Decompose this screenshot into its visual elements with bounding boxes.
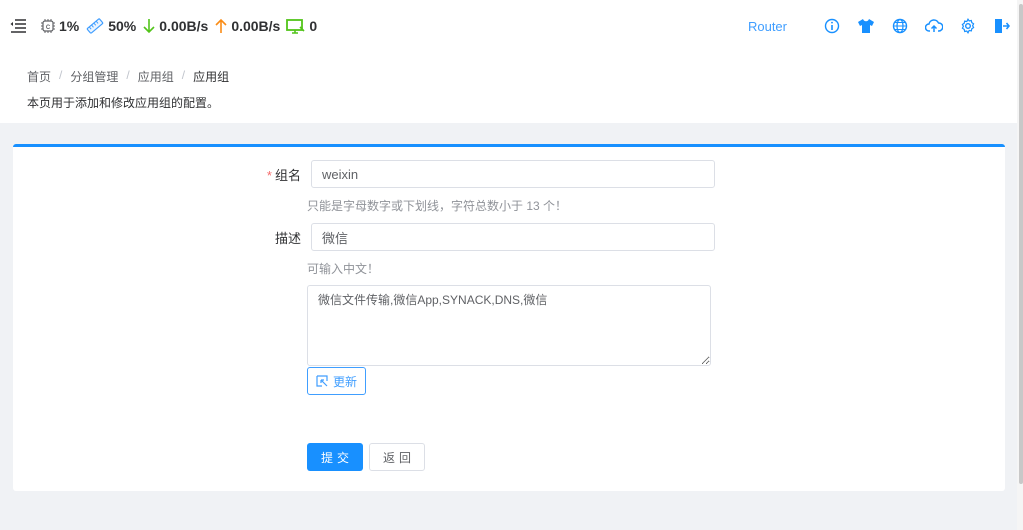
logout-icon[interactable]	[993, 17, 1011, 35]
memory-stat: 50%	[85, 17, 136, 35]
breadcrumb: 首页 / 分组管理 / 应用组 / 应用组	[27, 68, 1023, 85]
group-name-hint: 只能是字母数字或下划线，字符总数小于 13 个！	[307, 199, 568, 213]
update-button-label: 更新	[332, 374, 357, 389]
back-button[interactable]: 返回	[369, 443, 425, 471]
scrollbar-thumb[interactable]	[1019, 4, 1023, 484]
form-card: *组名 只能是字母数字或下划线，字符总数小于 13 个！ 描述 可输入中文！ 更…	[13, 144, 1005, 491]
breadcrumb-separator: /	[181, 68, 186, 82]
apps-textarea[interactable]	[307, 285, 711, 366]
menu-toggle-icon[interactable]	[10, 19, 26, 33]
topbar-right: Router	[748, 0, 1011, 52]
devices-stat: 0	[286, 18, 317, 34]
group-name-row: * 组名	[13, 160, 715, 188]
cpu-stat: C 1%	[40, 18, 79, 34]
cloud-upload-icon[interactable]	[925, 17, 943, 35]
edit-select-icon	[316, 375, 328, 387]
info-icon[interactable]	[823, 17, 841, 35]
memory-value: 50%	[108, 18, 137, 34]
breadcrumb-app-group[interactable]: 应用组	[138, 68, 174, 85]
download-stat: 0.00B/s	[142, 18, 208, 34]
settings-icon[interactable]	[959, 17, 977, 35]
download-arrow-icon	[142, 18, 156, 34]
upload-speed: 0.00B/s	[231, 18, 281, 34]
download-speed: 0.00B/s	[159, 18, 209, 34]
submit-button[interactable]: 提交	[307, 443, 363, 471]
breadcrumb-home[interactable]: 首页	[27, 68, 51, 85]
group-name-input[interactable]	[311, 160, 715, 188]
breadcrumb-group-management[interactable]: 分组管理	[70, 68, 118, 85]
svg-text:C: C	[46, 25, 51, 31]
cpu-value: 1%	[59, 18, 80, 34]
router-link[interactable]: Router	[748, 19, 787, 34]
page-header: 首页 / 分组管理 / 应用组 / 应用组 本页用于添加和修改应用组的配置。	[0, 52, 1023, 123]
page-description: 本页用于添加和修改应用组的配置。	[27, 96, 220, 110]
breadcrumb-separator: /	[59, 68, 63, 82]
memory-icon	[85, 17, 105, 35]
breadcrumb-current: 应用组	[193, 70, 230, 84]
required-mark: *	[266, 167, 272, 183]
monitor-icon	[286, 18, 306, 34]
globe-icon[interactable]	[891, 17, 909, 35]
page-scrollbar[interactable]	[1017, 0, 1023, 530]
upload-arrow-icon	[214, 18, 228, 34]
upload-stat: 0.00B/s	[214, 18, 280, 34]
group-name-label: * 组名	[266, 167, 301, 183]
devices-count: 0	[309, 18, 318, 34]
breadcrumb-separator: /	[126, 68, 130, 82]
theme-shirt-icon[interactable]	[857, 17, 875, 35]
description-hint: 可输入中文！	[307, 262, 380, 276]
cpu-icon: C	[40, 18, 56, 34]
description-label: 描述	[274, 230, 301, 246]
description-row: 描述	[13, 223, 715, 251]
description-input[interactable]	[311, 223, 715, 251]
update-button[interactable]: 更新	[307, 367, 366, 395]
top-bar: C 1% 50% 0.00B/s 0.00B/s 0 Router	[0, 0, 1023, 52]
